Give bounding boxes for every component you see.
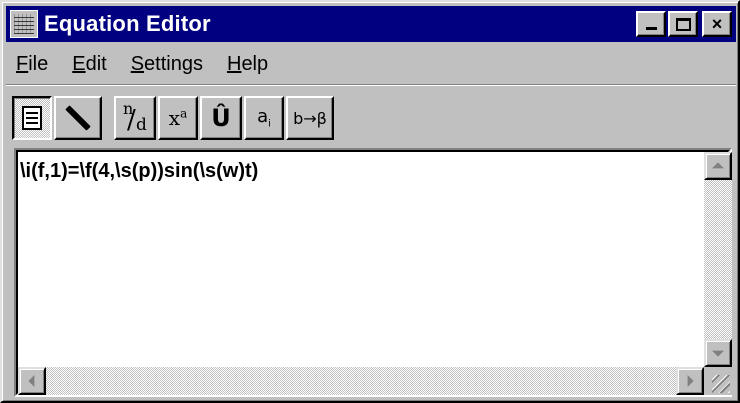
draw-mode-button[interactable] [54,96,102,140]
maximize-button[interactable] [668,11,698,37]
menu-help[interactable]: Help [215,53,280,76]
toolbar: n / d xa Û ai b→β [12,95,336,141]
scroll-left-button[interactable] [18,367,46,395]
arrow-left-icon [28,375,35,387]
superscript-button[interactable]: xa [158,96,198,140]
subscript-button[interactable]: ai [244,96,284,140]
toolbar-separator [6,84,736,86]
menu-edit[interactable]: Edit [60,53,118,76]
accent-button[interactable]: Û [200,96,242,140]
horizontal-scrollbar[interactable] [18,367,704,395]
scroll-down-button[interactable] [704,339,732,367]
menu-bar: File Edit Settings Help [6,46,736,82]
arrow-right-icon [687,375,694,387]
resize-grip-icon[interactable] [704,367,732,395]
menu-settings[interactable]: Settings [119,53,215,76]
superscript-icon: xa [168,106,188,130]
pen-icon [65,105,91,131]
minimize-icon [646,27,657,30]
menu-file[interactable]: File [6,53,60,76]
scroll-right-button[interactable] [676,367,704,395]
equation-editor-window: Equation Editor × File Edit Settings Hel… [0,0,740,403]
minimize-button[interactable] [636,11,666,37]
window-title: Equation Editor [44,11,211,36]
transform-button[interactable]: b→β [286,96,334,140]
arrow-up-icon [712,162,724,169]
scroll-up-button[interactable] [704,152,732,180]
editor-frame: \i(f,1)=\f(4,\s(p))sin(\s(w)t) [14,148,732,397]
arrow-down-icon [712,350,724,357]
field-code-textarea[interactable]: \i(f,1)=\f(4,\s(p))sin(\s(w)t) [18,152,704,367]
close-button[interactable]: × [702,11,732,37]
transform-icon: b→β [293,108,327,128]
field-code-view-button[interactable] [12,96,52,140]
app-icon[interactable] [10,10,38,38]
close-icon: × [711,14,723,34]
title-bar[interactable]: Equation Editor × [6,6,736,42]
fraction-icon: n / d [123,99,147,135]
maximize-icon [675,17,691,31]
fraction-button[interactable]: n / d [114,96,156,140]
document-icon [22,106,42,130]
accent-icon: Û [211,104,231,132]
vertical-scrollbar[interactable] [704,152,732,367]
subscript-icon: ai [257,106,271,130]
